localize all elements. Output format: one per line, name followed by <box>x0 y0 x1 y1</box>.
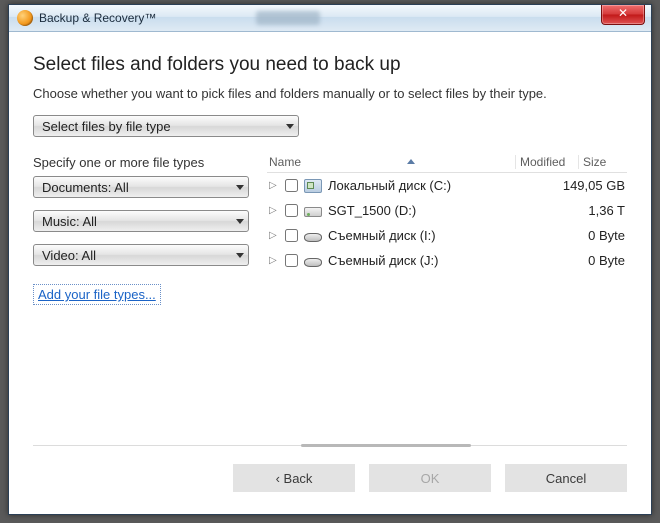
drive-row[interactable]: ▷ Съемный диск (J:) 0 Byte <box>267 248 627 273</box>
close-button[interactable]: ✕ <box>601 5 645 25</box>
drive-size: 149,05 GB <box>549 178 627 193</box>
hard-disk-icon <box>304 207 322 217</box>
documents-select[interactable]: Documents: All <box>33 176 249 198</box>
drive-label: SGT_1500 (D:) <box>328 203 549 218</box>
drive-label: Съемный диск (J:) <box>328 253 549 268</box>
cancel-button[interactable]: Cancel <box>505 464 627 492</box>
page-title: Select files and folders you need to bac… <box>33 54 627 76</box>
drive-tree: Name Modified Size ▷ Локальный диск (C:)… <box>267 151 627 305</box>
dialog-window: Backup & Recovery™ ✕ Select files and fo… <box>8 4 652 515</box>
app-icon <box>17 10 33 26</box>
dialog-body: Select files and folders you need to bac… <box>9 32 651 305</box>
column-headers: Name Modified Size <box>267 151 627 173</box>
close-icon: ✕ <box>618 6 628 20</box>
ok-button-label: OK <box>421 471 440 486</box>
window-title: Backup & Recovery™ <box>39 11 156 25</box>
expand-icon[interactable]: ▷ <box>269 205 279 216</box>
mode-select[interactable]: Select files by file type <box>33 115 299 137</box>
back-button[interactable]: ‹ Back <box>233 464 355 492</box>
cancel-button-label: Cancel <box>546 471 586 486</box>
drive-size: 0 Byte <box>549 253 627 268</box>
video-select[interactable]: Video: All <box>33 244 249 266</box>
drive-size: 1,36 T <box>549 203 627 218</box>
ok-button: OK <box>369 464 491 492</box>
chevron-down-icon <box>236 219 244 224</box>
page-subtitle: Choose whether you want to pick files an… <box>33 86 627 101</box>
removable-disk-icon <box>304 258 322 267</box>
mode-select-value: Select files by file type <box>42 119 171 134</box>
chevron-down-icon <box>236 185 244 190</box>
video-select-value: Video: All <box>42 248 96 263</box>
column-name[interactable]: Name <box>269 155 301 169</box>
removable-disk-icon <box>304 233 322 242</box>
sort-asc-icon <box>407 159 415 164</box>
chevron-down-icon <box>236 253 244 258</box>
column-size[interactable]: Size <box>579 155 625 169</box>
drive-checkbox[interactable] <box>285 229 298 242</box>
specify-label: Specify one or more file types <box>33 155 267 170</box>
documents-select-value: Documents: All <box>42 180 129 195</box>
column-modified[interactable]: Modified <box>515 155 579 169</box>
drive-size: 0 Byte <box>549 228 627 243</box>
back-button-label: ‹ Back <box>276 471 313 486</box>
button-bar: ‹ Back OK Cancel <box>233 464 627 492</box>
drive-row[interactable]: ▷ Локальный диск (C:) 149,05 GB <box>267 173 627 198</box>
drive-label: Съемный диск (I:) <box>328 228 549 243</box>
drive-label: Локальный диск (C:) <box>328 178 549 193</box>
separator <box>33 445 627 446</box>
drive-checkbox[interactable] <box>285 204 298 217</box>
horizontal-scrollbar[interactable] <box>301 444 471 447</box>
drive-row[interactable]: ▷ Съемный диск (I:) 0 Byte <box>267 223 627 248</box>
add-file-types-link[interactable]: Add your file types... <box>33 284 161 305</box>
expand-icon[interactable]: ▷ <box>269 230 279 241</box>
music-select[interactable]: Music: All <box>33 210 249 232</box>
parent-title-blur <box>256 11 320 25</box>
expand-icon[interactable]: ▷ <box>269 180 279 191</box>
drive-checkbox[interactable] <box>285 254 298 267</box>
drive-checkbox[interactable] <box>285 179 298 192</box>
expand-icon[interactable]: ▷ <box>269 255 279 266</box>
filetype-panel: Specify one or more file types Documents… <box>33 151 267 305</box>
title-bar: Backup & Recovery™ ✕ <box>9 5 651 32</box>
local-disk-icon <box>304 179 322 193</box>
drive-row[interactable]: ▷ SGT_1500 (D:) 1,36 T <box>267 198 627 223</box>
music-select-value: Music: All <box>42 214 97 229</box>
chevron-down-icon <box>286 124 294 129</box>
